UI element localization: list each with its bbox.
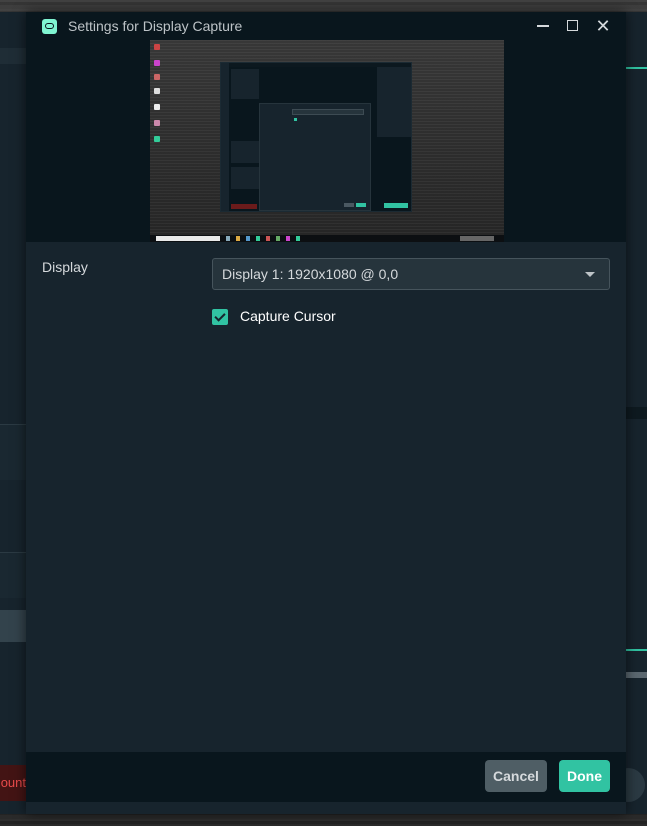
display-select-value: Display 1: 1920x1080 @ 0,0	[222, 266, 399, 282]
desktop-shortcut-icon	[154, 104, 160, 110]
display-label: Display	[42, 259, 88, 275]
preview-taskbar-icon	[266, 236, 270, 241]
settings-form: Display Display 1: 1920x1080 @ 0,0 Captu…	[26, 242, 626, 764]
preview-select	[292, 109, 364, 115]
preview-right-panel	[377, 67, 411, 137]
minimize-button[interactable]	[530, 14, 556, 38]
settings-dialog: Settings for Display Capture ✕ Display D…	[26, 12, 626, 814]
preview-taskbar-icon	[226, 236, 230, 241]
close-button[interactable]: ✕	[590, 14, 616, 38]
preview-taskbar-tray	[460, 236, 494, 241]
background-account-label: ount	[0, 775, 26, 790]
background-accent-line	[625, 67, 647, 69]
preview-taskbar-icon	[246, 236, 250, 241]
preview-taskbar-icon	[256, 236, 260, 241]
maximize-icon	[567, 20, 578, 31]
preview-panel	[231, 141, 259, 163]
capture-cursor-label: Capture Cursor	[240, 308, 336, 324]
preview-taskbar-icon	[296, 236, 300, 241]
preview-taskbar	[150, 235, 504, 242]
window-title: Settings for Display Capture	[68, 18, 243, 34]
minimize-icon	[537, 25, 549, 27]
background-panel-row	[0, 552, 28, 598]
title-bar[interactable]: Settings for Display Capture ✕	[26, 12, 626, 40]
checkmark-icon	[214, 310, 226, 322]
source-preview	[26, 40, 626, 242]
capture-cursor-checkbox[interactable]	[212, 309, 228, 325]
dialog-footer: Cancel Done	[26, 752, 626, 802]
cancel-button[interactable]: Cancel	[485, 760, 547, 792]
chevron-down-icon	[585, 272, 595, 277]
preview-taskbar-icon	[276, 236, 280, 241]
desktop-shortcut-icon	[154, 120, 160, 126]
display-preview-image	[150, 40, 504, 242]
background-right-panel	[611, 12, 647, 814]
desktop-shortcut-icon	[154, 88, 160, 94]
maximize-button[interactable]	[560, 14, 586, 38]
background-panel-row	[0, 48, 28, 64]
preview-taskbar-icon	[236, 236, 240, 241]
preview-sidebar	[221, 63, 229, 211]
preview-golive	[384, 203, 408, 208]
desktop-shortcut-icon	[154, 74, 160, 80]
preview-panel	[231, 69, 259, 99]
preview-done	[356, 203, 366, 207]
preview-app-window	[220, 62, 412, 212]
background-accent-line	[625, 649, 647, 651]
desktop-shortcut-icon	[154, 136, 160, 142]
app-logo-icon	[42, 19, 57, 34]
preview-panel	[231, 167, 259, 189]
background-panel-row	[625, 407, 647, 419]
background-panel-row	[0, 610, 28, 642]
background-account-button: ount	[0, 765, 28, 801]
desktop-shortcut-icon	[154, 44, 160, 50]
preview-cancel	[344, 203, 354, 207]
done-button[interactable]: Done	[559, 760, 610, 792]
preview-checkbox	[294, 118, 297, 121]
preview-dialog	[259, 103, 371, 211]
desktop-shortcut-icon	[154, 60, 160, 66]
background-panel-row	[0, 424, 28, 480]
preview-taskbar-icon	[286, 236, 290, 241]
display-select[interactable]: Display 1: 1920x1080 @ 0,0	[212, 258, 610, 290]
background-left-panel: ount	[0, 12, 28, 814]
close-icon: ✕	[595, 16, 611, 36]
preview-account	[231, 204, 257, 209]
background-slider	[625, 672, 647, 678]
preview-taskbar-search	[156, 236, 220, 241]
